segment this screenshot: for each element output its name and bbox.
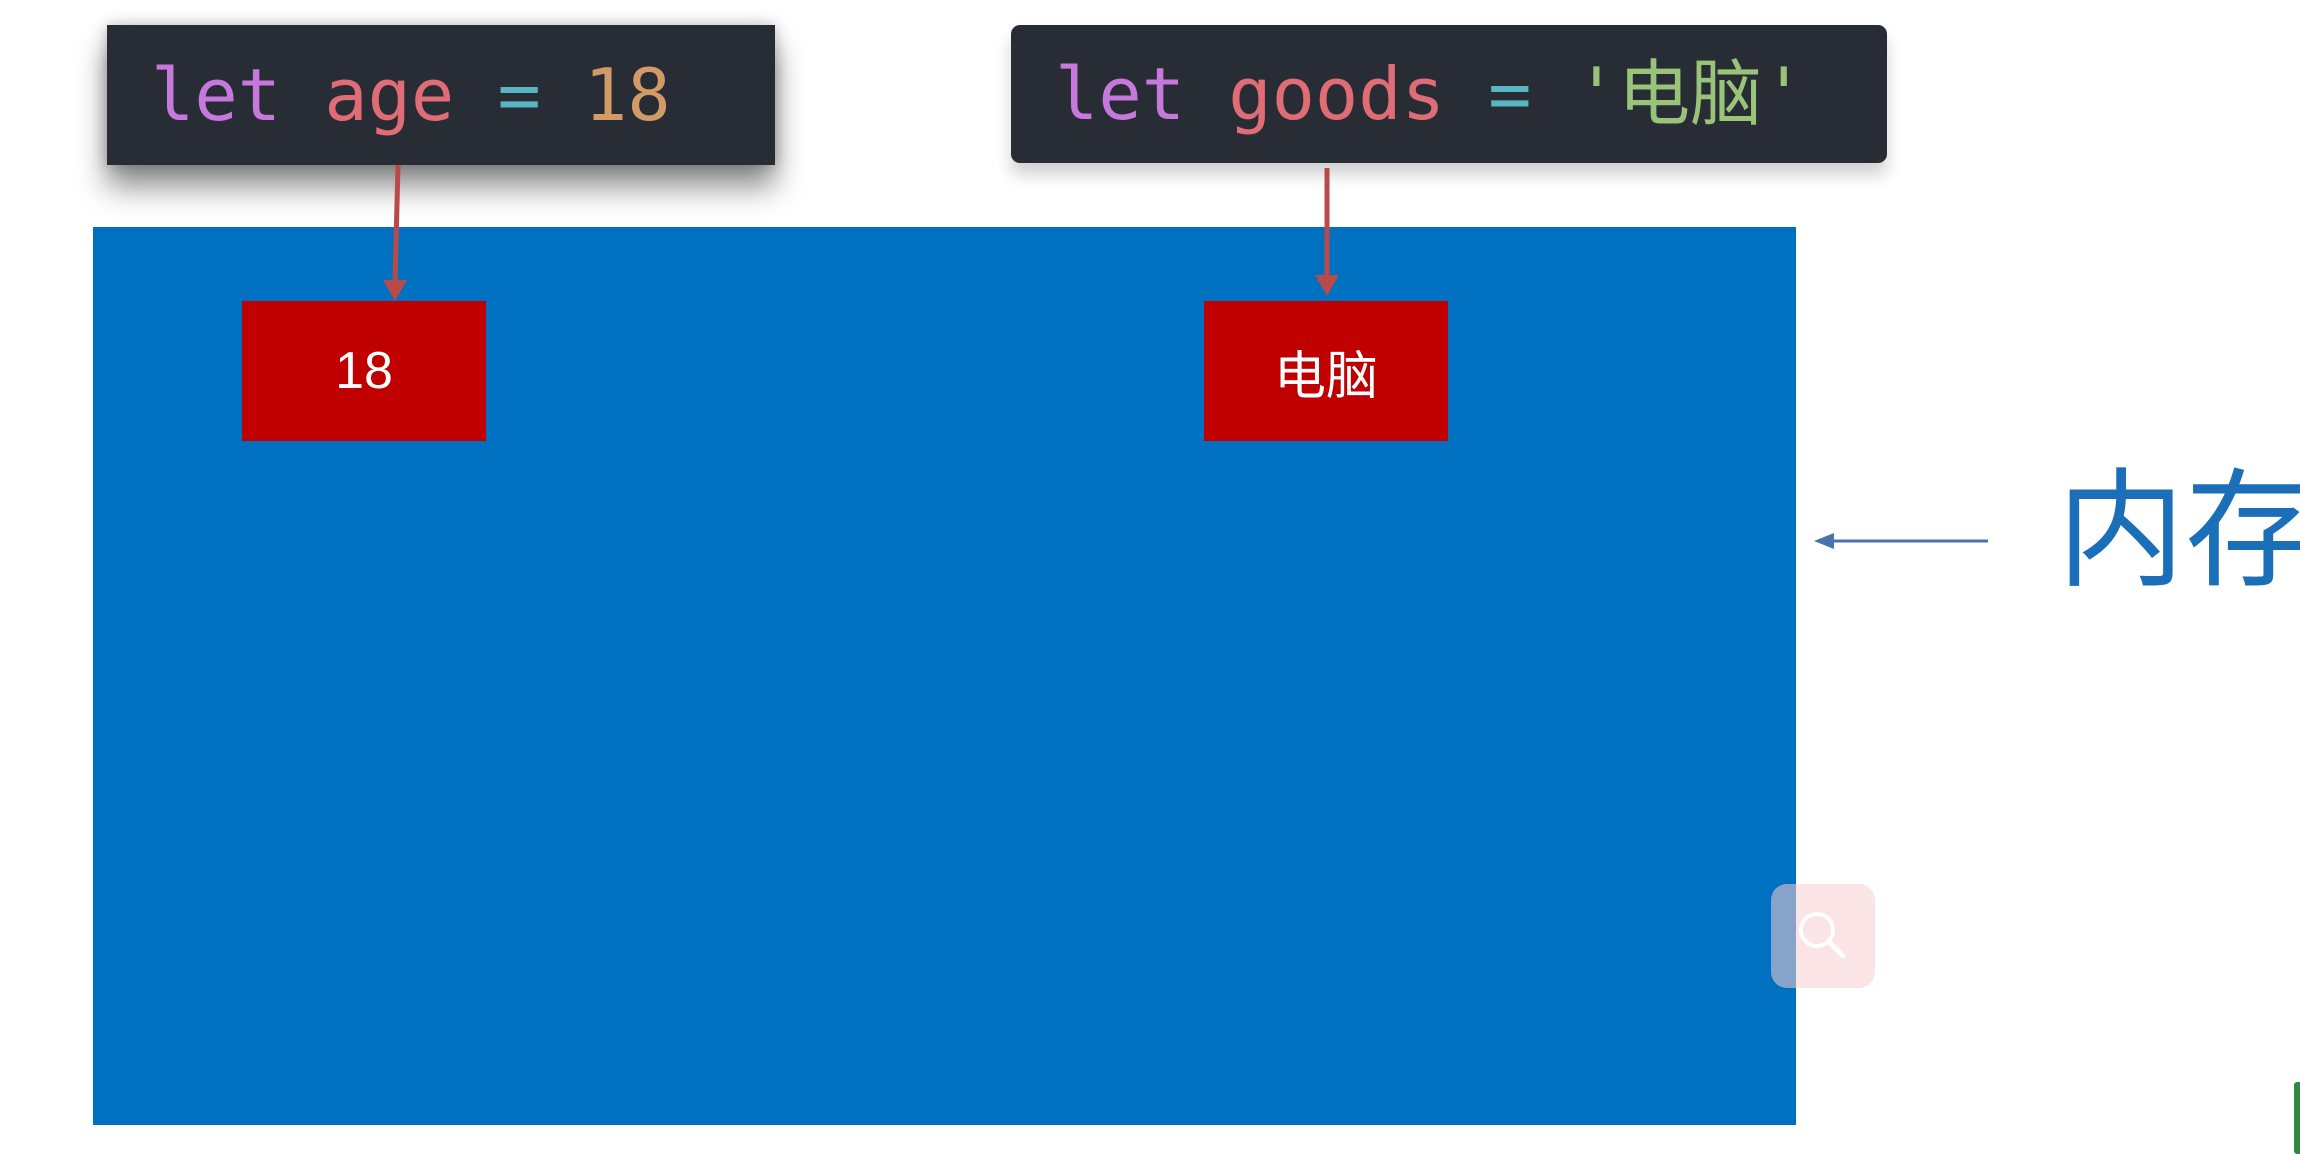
memory-cell-goods: 电脑 [1204,301,1448,441]
variable-name: goods [1228,52,1445,136]
variable-name: age [324,53,455,137]
memory-cell-value: 电脑 [1273,347,1378,406]
search-button[interactable] [1771,884,1875,988]
memory-cell-age: 18 [242,301,486,441]
assign-operator: = [497,53,541,137]
code-snippet-age: let age = 18 [107,25,775,165]
number-literal: 18 [584,53,671,137]
search-icon [1799,912,1846,959]
edge-fragment [2294,1082,2300,1154]
memory-cell-value: 18 [335,342,393,400]
keyword-let: let [151,53,282,137]
assign-operator: = [1488,52,1532,136]
string-literal: '电脑' [1574,52,1806,136]
keyword-let: let [1055,52,1186,136]
code-snippet-goods: let goods = '电脑' [1011,25,1887,163]
memory-label: 内存 [2057,457,2300,606]
arrow-label-to-memory [1814,533,1988,549]
